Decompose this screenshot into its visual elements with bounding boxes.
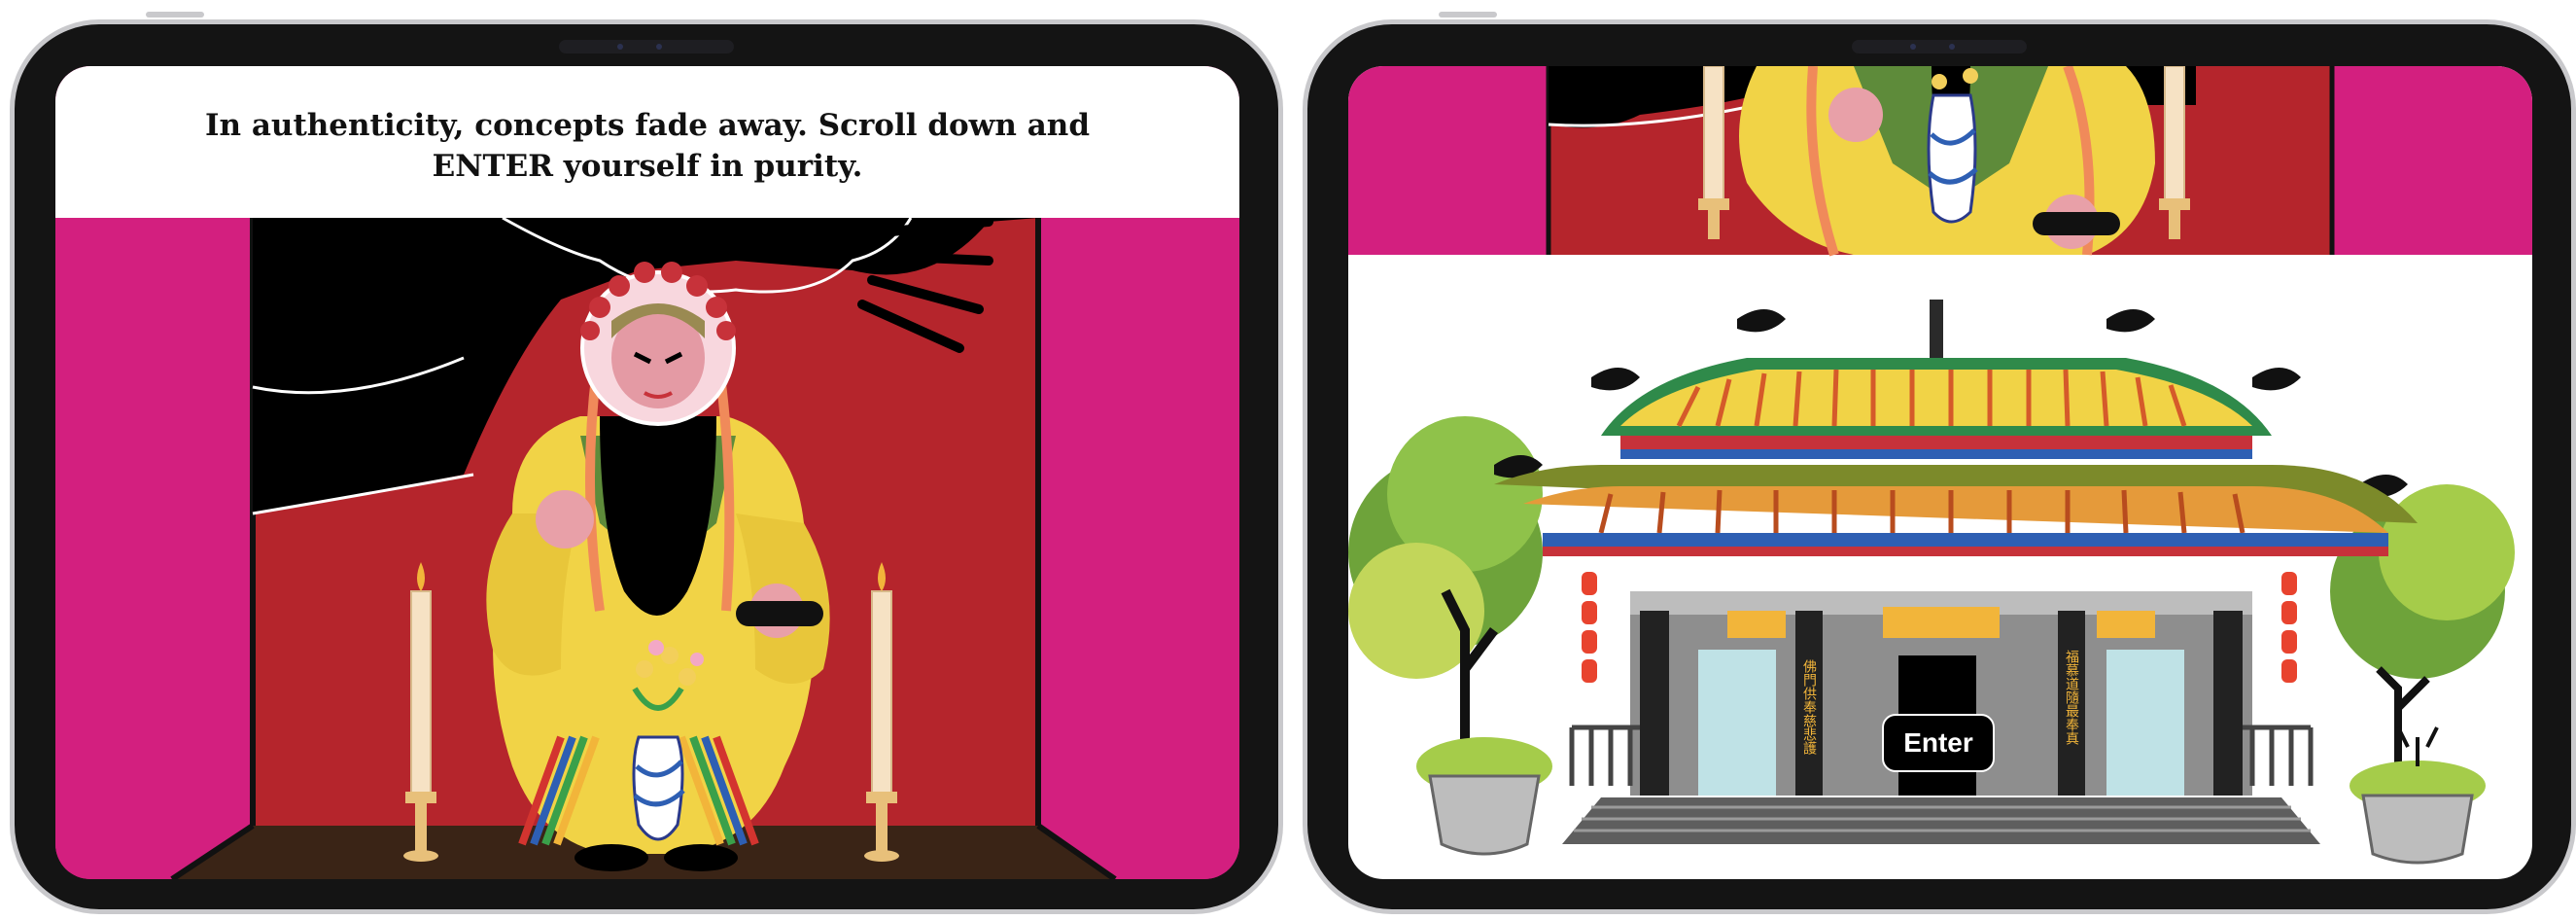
- volume-button: [1439, 12, 1497, 18]
- tablet-right: 佛門供奉慈悲護 福慕道隨最奉真 Enter: [1303, 19, 2576, 914]
- enter-button[interactable]: Enter: [1882, 714, 1995, 772]
- caption-text: In authenticity, concepts fade away. Scr…: [204, 108, 1090, 184]
- planter-right: [2350, 726, 2486, 865]
- front-camera: [559, 40, 734, 53]
- volume-button: [146, 12, 204, 18]
- right-couplet: 福慕道隨最奉真: [2064, 650, 2079, 745]
- temple: 佛門供奉慈悲護 福慕道隨最奉真: [1348, 300, 2515, 865]
- screen-right[interactable]: 佛門供奉慈悲護 福慕道隨最奉真 Enter: [1348, 66, 2532, 879]
- tablet-left: In authenticity, concepts fade away. Scr…: [10, 19, 1283, 914]
- caption-bar: In authenticity, concepts fade away. Scr…: [55, 66, 1239, 218]
- left-couplet: 佛門供奉慈悲護: [1801, 659, 1817, 755]
- front-camera: [1852, 40, 2027, 53]
- planter-left: [1416, 737, 1552, 856]
- screen-left[interactable]: In authenticity, concepts fade away. Scr…: [55, 66, 1239, 879]
